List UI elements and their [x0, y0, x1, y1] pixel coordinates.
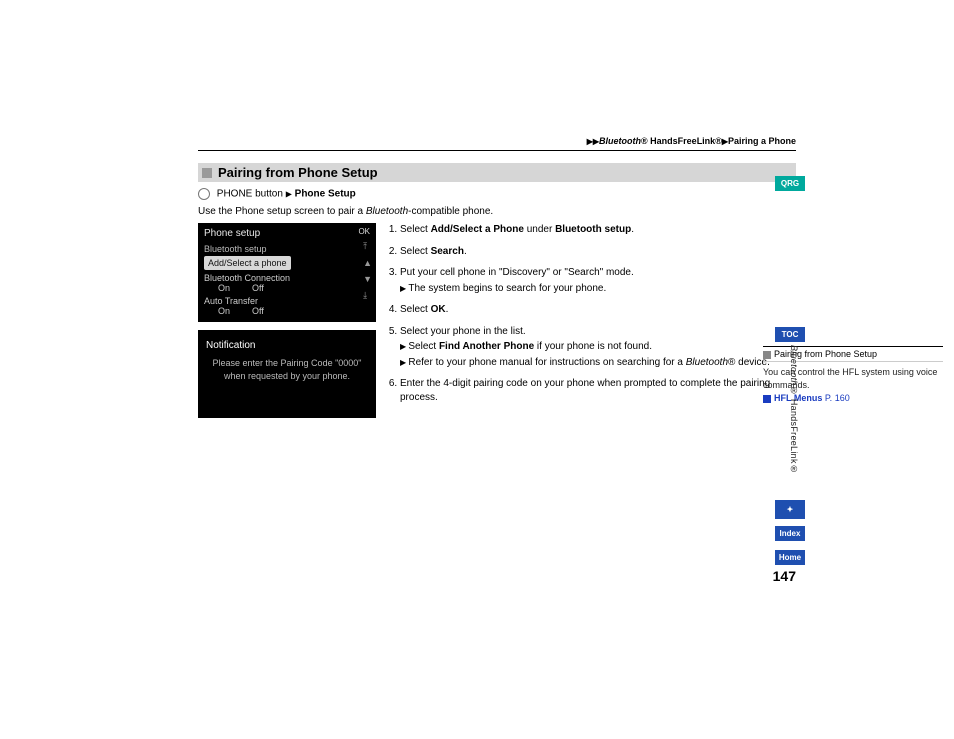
- breadcrumb-bt: Bluetooth: [599, 136, 641, 146]
- phone-setup-screenshot: Phone setup OK Bluetooth setup Add/Selec…: [198, 223, 376, 322]
- scroll-arrows-icon: ⤒▲▼⤓: [363, 241, 372, 301]
- tab-home[interactable]: Home: [775, 550, 805, 565]
- steps-list: Select Add/Select a Phone under Bluetoot…: [386, 223, 796, 404]
- tab-voice[interactable]: ✦: [775, 500, 805, 519]
- notification-screenshot: Notification Please enter the Pairing Co…: [198, 330, 376, 418]
- breadcrumb: ▶▶Bluetooth® HandsFreeLink®▶Pairing a Ph…: [198, 136, 796, 151]
- tab-index[interactable]: Index: [775, 526, 805, 541]
- page-content: ▶▶Bluetooth® HandsFreeLink®▶Pairing a Ph…: [198, 136, 796, 426]
- command-path: PHONE button ▶ Phone Setup: [198, 188, 796, 200]
- ok-indicator: OK: [358, 227, 370, 236]
- step-6: Enter the 4-digit pairing code on your p…: [400, 377, 796, 404]
- voice-tab-icon: ✦: [787, 505, 794, 514]
- section-title: Pairing from Phone Setup: [198, 163, 796, 182]
- step-4: Select OK.: [400, 303, 796, 317]
- step-1: Select Add/Select a Phone under Bluetoot…: [400, 223, 796, 237]
- step-5-sub2: Refer to your phone manual for instructi…: [400, 356, 796, 370]
- section-vertical-label: Bluetooth® HandsFreeLink®: [789, 345, 799, 474]
- step-5-sub1: Select Find Another Phone if your phone …: [400, 340, 796, 354]
- step-3-sub: The system begins to search for your pho…: [400, 282, 796, 296]
- tab-qrg[interactable]: QRG: [775, 176, 805, 191]
- tab-toc[interactable]: TOC: [775, 327, 805, 342]
- voice-icon: [198, 188, 210, 200]
- add-select-highlight: Add/Select a phone: [204, 256, 291, 270]
- side-rail: QRG TOC Bluetooth® HandsFreeLink® ✦ Inde…: [765, 0, 805, 739]
- step-5: Select your phone in the list. Select Fi…: [400, 325, 796, 370]
- square-bullet-icon: [202, 168, 212, 178]
- step-3: Put your cell phone in "Discovery" or "S…: [400, 266, 796, 295]
- step-2: Select Search.: [400, 245, 796, 259]
- screenshot-column: Phone setup OK Bluetooth setup Add/Selec…: [198, 223, 376, 426]
- intro-text: Use the Phone setup screen to pair a Blu…: [198, 206, 796, 217]
- steps-column: Select Add/Select a Phone under Bluetoot…: [386, 223, 796, 426]
